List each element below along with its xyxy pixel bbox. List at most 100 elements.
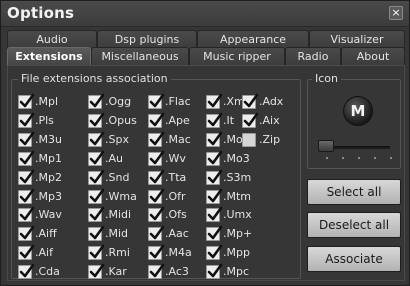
extension-label: .Mac	[165, 132, 191, 146]
checkmark-icon	[207, 150, 223, 164]
checkbox-checked[interactable]	[206, 244, 223, 261]
extension-label: .Snd	[105, 170, 130, 184]
checkmark-icon	[149, 131, 165, 146]
file-extensions-group-label: File extensions association	[18, 72, 171, 85]
checkmark-icon	[207, 112, 223, 127]
extension-label: .Tta	[165, 170, 187, 184]
extension-label: .Aif	[35, 246, 53, 260]
slider-tick	[342, 157, 344, 159]
checkbox-checked[interactable]	[18, 207, 35, 223]
checkbox-checked[interactable]	[148, 169, 165, 185]
checkmark-icon	[89, 188, 105, 202]
checkmark-icon	[89, 150, 105, 164]
slider-tick	[326, 157, 328, 159]
select-all-button[interactable]: Select all	[307, 179, 401, 205]
extension-label: .Flac	[165, 95, 191, 108]
checkmark-icon	[149, 225, 165, 240]
extension-label: .Rmi	[105, 246, 130, 260]
checkbox-checked[interactable]	[206, 207, 223, 223]
checkbox-checked[interactable]	[88, 112, 105, 128]
extension-label: .Ape	[165, 113, 190, 127]
close-icon[interactable]: ×	[389, 6, 403, 20]
checkbox-checked[interactable]	[206, 169, 223, 185]
extension-label: .Wma	[105, 189, 137, 203]
checkbox-checked[interactable]	[18, 150, 35, 166]
checkbox-checked[interactable]	[206, 188, 223, 204]
checkbox-checked[interactable]	[206, 150, 223, 166]
extension-label: .Zip	[259, 132, 281, 146]
checkbox-checked[interactable]	[18, 263, 35, 280]
checkbox-checked[interactable]	[148, 244, 165, 261]
tab-extensions[interactable]: Extensions	[7, 47, 91, 66]
checkbox-checked[interactable]	[18, 93, 35, 109]
checkbox-checked[interactable]	[148, 131, 165, 147]
associate-button[interactable]: Associate	[307, 246, 401, 272]
checkmark-icon	[19, 150, 35, 164]
extension-label: .Wv	[165, 151, 186, 165]
checkbox-checked[interactable]	[206, 225, 223, 242]
checkbox-checked[interactable]	[148, 112, 165, 128]
checkbox-checked[interactable]	[18, 225, 35, 242]
checkbox-checked[interactable]	[88, 150, 105, 166]
checkmark-icon	[149, 93, 165, 108]
checkmark-icon	[89, 169, 105, 183]
checkbox-checked[interactable]	[88, 244, 105, 261]
title-bar[interactable]: Options ×	[1, 1, 409, 27]
extension-label: .S3m	[223, 170, 252, 184]
checkbox-checked[interactable]	[206, 112, 223, 128]
icon-slider-thumb[interactable]	[318, 140, 334, 152]
tab-miscellaneous[interactable]: Miscellaneous	[91, 47, 189, 66]
checkbox-checked[interactable]	[88, 207, 105, 223]
extension-label: .Pls	[35, 113, 54, 127]
checkbox-checked[interactable]	[88, 131, 105, 147]
checkbox-checked[interactable]	[88, 93, 105, 109]
slider-tick	[358, 157, 360, 159]
checkbox-checked[interactable]	[148, 150, 165, 166]
tab-about[interactable]: About	[341, 47, 405, 66]
checkbox-checked[interactable]	[88, 188, 105, 204]
checkmark-icon	[89, 131, 105, 146]
icon-group: Icon M	[307, 72, 401, 169]
tab-radio[interactable]: Radio	[285, 47, 341, 66]
checkbox-checked[interactable]	[148, 263, 165, 280]
checkbox-checked[interactable]	[148, 93, 165, 109]
checkmark-icon	[19, 169, 35, 183]
extension-label: .Mpl	[35, 95, 59, 108]
checkbox-checked[interactable]	[18, 169, 35, 185]
checkbox-checked[interactable]	[18, 244, 35, 261]
checkbox-checked[interactable]	[206, 93, 223, 109]
checkmark-icon	[19, 112, 35, 127]
checkbox-checked[interactable]	[18, 188, 35, 204]
extension-label: .Aac	[165, 227, 189, 241]
checkbox-checked[interactable]	[206, 263, 223, 280]
checkbox-checked[interactable]	[242, 112, 259, 128]
extension-label: .Ofr	[165, 189, 186, 203]
extension-label: .Ogg	[105, 95, 132, 108]
checkbox-checked[interactable]	[206, 131, 223, 147]
checkbox-checked[interactable]	[148, 207, 165, 223]
checkbox-checked[interactable]	[88, 169, 105, 185]
checkbox-unchecked[interactable]	[242, 132, 256, 147]
checkmark-icon	[207, 131, 223, 146]
tab-music-ripper[interactable]: Music ripper	[189, 47, 285, 66]
checkmark-icon	[19, 207, 35, 221]
extension-label: .Mp3	[35, 189, 62, 203]
checkmark-icon	[207, 263, 223, 278]
checkbox-checked[interactable]	[18, 112, 35, 128]
extension-label: .Mid	[105, 227, 129, 241]
checkmark-icon	[19, 131, 35, 146]
deselect-all-button[interactable]: Deselect all	[307, 212, 401, 238]
extension-label: .Umx	[223, 208, 252, 222]
extension-label: .Mp1	[35, 151, 62, 165]
checkbox-checked[interactable]	[242, 93, 259, 109]
checkbox-checked[interactable]	[148, 225, 165, 242]
checkbox-checked[interactable]	[18, 131, 35, 147]
checkmark-icon	[207, 207, 223, 221]
checkbox-checked[interactable]	[88, 225, 105, 242]
checkmark-icon	[149, 244, 165, 259]
checkbox-checked[interactable]	[88, 263, 105, 280]
extension-label: .Midi	[105, 208, 132, 222]
extension-label: .Mpc	[223, 265, 250, 279]
checkbox-checked[interactable]	[148, 188, 165, 204]
app-icon-letter: M	[350, 102, 366, 120]
